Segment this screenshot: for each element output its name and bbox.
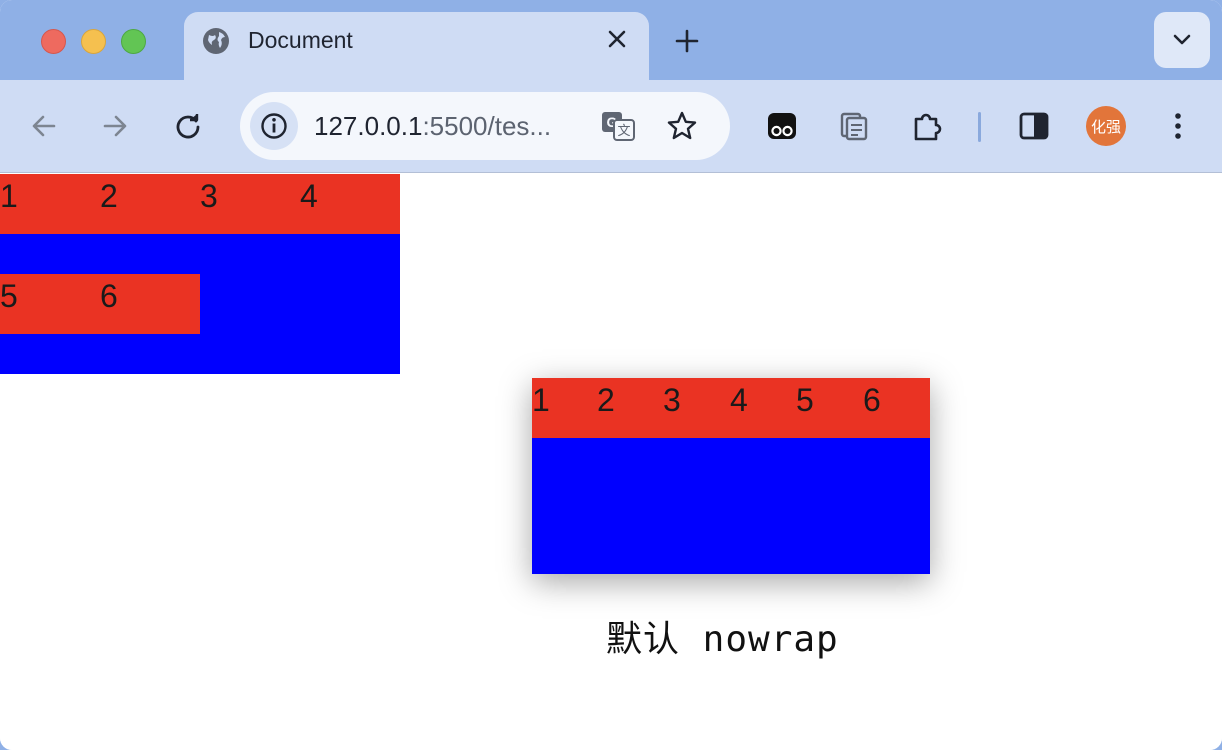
close-window-button[interactable] bbox=[41, 29, 66, 54]
url-host: 127.0.0.1 bbox=[314, 111, 423, 141]
wrap-demo-container: 1 2 3 4 5 6 bbox=[0, 174, 400, 374]
side-panel-icon[interactable] bbox=[1012, 104, 1056, 148]
flex-item-1: 1 bbox=[532, 382, 550, 418]
toolbar: 127.0.0.1:5500/tes... G 文 化强 bbox=[0, 80, 1222, 173]
back-icon[interactable] bbox=[22, 104, 66, 148]
minimize-window-button[interactable] bbox=[81, 29, 106, 54]
address-bar[interactable]: 127.0.0.1:5500/tes... G 文 bbox=[240, 92, 730, 160]
forward-icon[interactable] bbox=[93, 104, 137, 148]
maximize-window-button[interactable] bbox=[121, 29, 146, 54]
flex-item-3: 3 bbox=[200, 178, 218, 214]
flex-item-5: 5 bbox=[796, 382, 814, 418]
page-content: 1 2 3 4 5 6 1 2 3 4 5 6 默认 nowrap bbox=[0, 174, 1222, 750]
svg-text:文: 文 bbox=[617, 124, 630, 139]
menu-kebab-icon[interactable] bbox=[1156, 104, 1200, 148]
browser-window: Document 127.0.0.1:5500/tes... G 文 化强 1 … bbox=[0, 0, 1222, 750]
profile-avatar[interactable]: 化强 bbox=[1086, 106, 1126, 146]
reading-list-icon[interactable] bbox=[832, 104, 876, 148]
url-text: 127.0.0.1:5500/tes... bbox=[314, 110, 551, 142]
globe-icon bbox=[201, 26, 231, 56]
url-path: :5500/tes... bbox=[422, 111, 552, 141]
flex-item-6: 6 bbox=[100, 278, 118, 314]
flex-item-5: 5 bbox=[0, 278, 18, 314]
tab-title: Document bbox=[248, 27, 353, 53]
flex-item-6: 6 bbox=[863, 382, 881, 418]
tab-close-icon[interactable] bbox=[602, 24, 632, 54]
tab-strip: Document bbox=[0, 0, 1222, 80]
demo-caption: 默认 nowrap bbox=[606, 619, 839, 660]
new-tab-button[interactable] bbox=[671, 25, 703, 57]
reload-icon[interactable] bbox=[166, 104, 210, 148]
flex-item-4: 4 bbox=[300, 178, 318, 214]
bookmark-star-icon[interactable] bbox=[662, 106, 702, 146]
wrap-demo-row-2: 5 6 bbox=[0, 274, 200, 334]
flex-item-4: 4 bbox=[730, 382, 748, 418]
incognito-extension-icon[interactable] bbox=[760, 104, 804, 148]
wrap-demo-row-1: 1 2 3 4 bbox=[0, 174, 400, 234]
site-info-icon[interactable] bbox=[250, 102, 298, 150]
extensions-puzzle-icon[interactable] bbox=[905, 104, 949, 148]
flex-item-2: 2 bbox=[100, 178, 118, 214]
nowrap-demo-container: 1 2 3 4 5 6 bbox=[532, 378, 930, 574]
toolbar-divider bbox=[978, 112, 981, 142]
flex-item-1: 1 bbox=[0, 178, 18, 214]
flex-item-3: 3 bbox=[663, 382, 681, 418]
flex-item-2: 2 bbox=[597, 382, 615, 418]
nowrap-demo-row: 1 2 3 4 5 6 bbox=[532, 378, 930, 438]
tab-document[interactable]: Document bbox=[184, 12, 649, 80]
tab-search-button[interactable] bbox=[1154, 12, 1210, 68]
translate-icon[interactable]: G 文 bbox=[598, 106, 638, 146]
